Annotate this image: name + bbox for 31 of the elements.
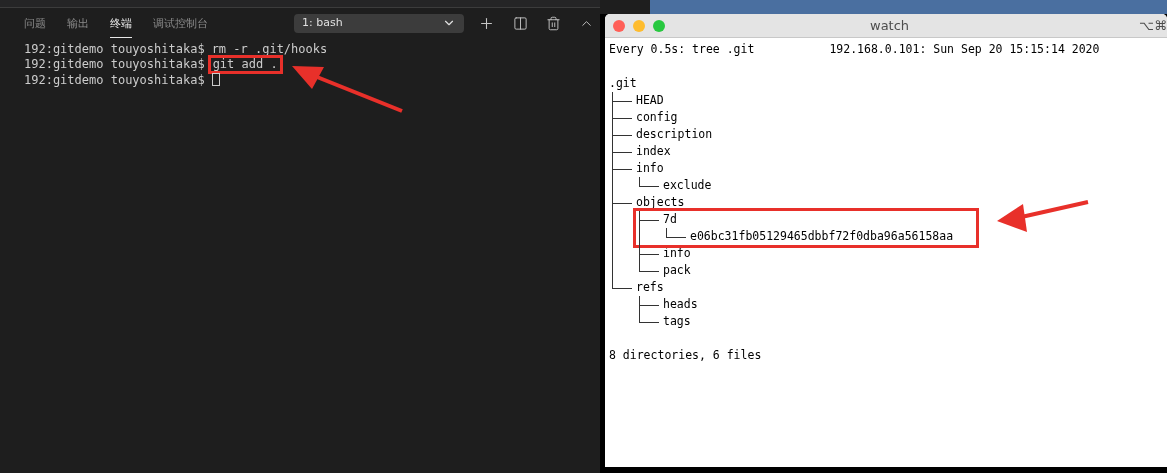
shell-prompt: 192:gitdemo touyoshitaka$ xyxy=(24,40,205,58)
tree-item: info xyxy=(636,159,664,177)
trash-icon[interactable] xyxy=(546,15,561,31)
shell-prompt: 192:gitdemo touyoshitaka$ xyxy=(24,56,205,74)
panel-tab[interactable]: 输出 xyxy=(67,8,89,38)
shortcut-label: ⌥⌘ xyxy=(1139,16,1167,35)
shell-prompt: 192:gitdemo touyoshitaka$ xyxy=(24,71,205,89)
split-icon[interactable] xyxy=(513,15,528,31)
tree-item: 7d xyxy=(663,210,677,228)
tree-item: refs xyxy=(636,278,664,296)
tree-item: description xyxy=(636,125,713,143)
tree-item: objects xyxy=(636,193,685,211)
window-title: watch xyxy=(870,16,910,35)
tree-item: heads xyxy=(663,295,698,313)
shell-command: git add . xyxy=(207,54,283,74)
panel-tab[interactable]: 问题 xyxy=(24,8,46,38)
text-cursor xyxy=(211,73,220,87)
tree-item: HEAD xyxy=(636,91,664,109)
watch-host-time: 192.168.0.101: Sun Sep 20 15:15:14 2020 xyxy=(829,40,1100,58)
tree-item: exclude xyxy=(663,176,712,194)
watch-header: Every 0.5s: tree .git xyxy=(609,40,755,58)
tree-item: config xyxy=(636,108,678,126)
tree-item: .git xyxy=(609,74,637,92)
panel-tab[interactable]: 终端 xyxy=(110,8,132,38)
terminal-select[interactable]: 1: bash xyxy=(294,13,464,33)
tree-summary: 8 directories, 6 files xyxy=(609,346,762,364)
tree-item: e06bc31fb05129465dbbf72f0dba96a56158aa xyxy=(690,227,954,245)
panel-tab[interactable]: 调试控制台 xyxy=(153,8,208,38)
tree-item: tags xyxy=(663,312,691,330)
tree-item: pack xyxy=(663,261,691,279)
tree-item: index xyxy=(636,142,671,160)
